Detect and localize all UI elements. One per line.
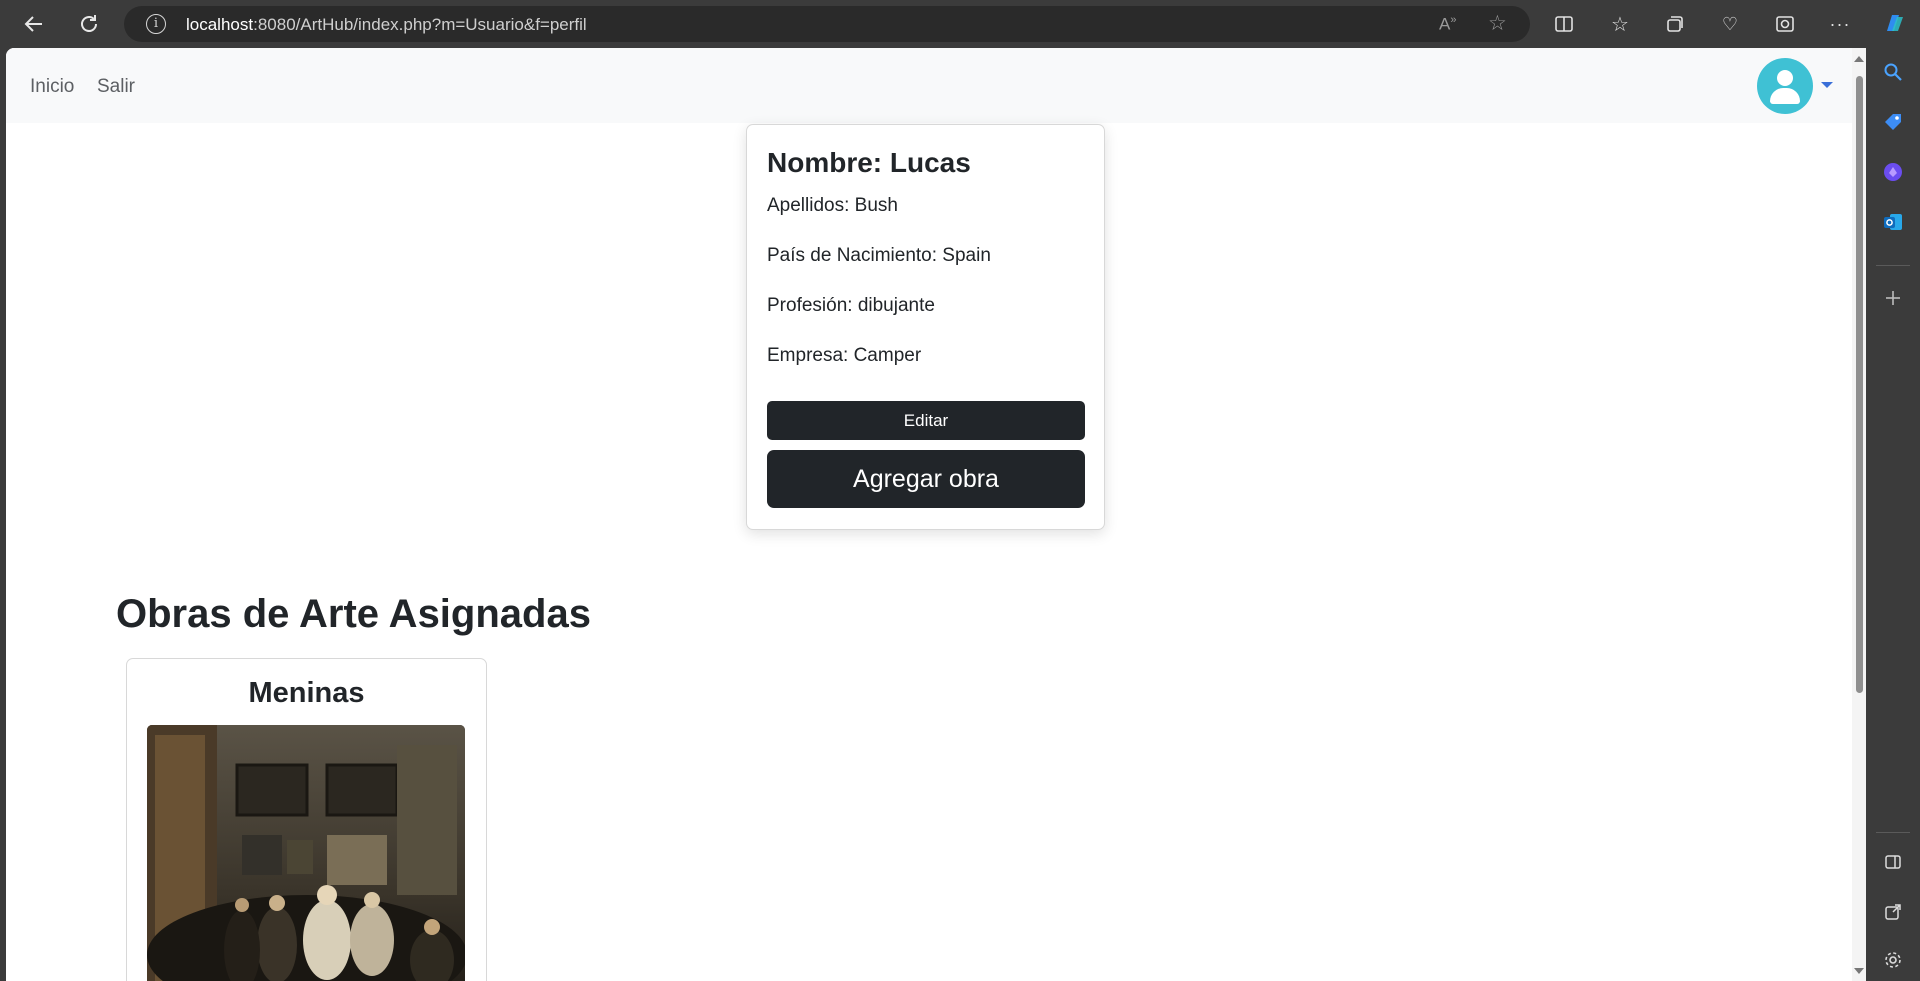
url-path: :8080/ArtHub/index.php?m=Usuario&f=perfi… [253, 15, 587, 34]
browser-sidebar [1866, 48, 1920, 981]
artworks-heading: Obras de Arte Asignadas [116, 592, 591, 636]
edge-bar-icon[interactable] [1771, 10, 1799, 38]
outlook-icon[interactable] [1881, 210, 1905, 234]
favorites-icon[interactable]: ☆ [1606, 10, 1634, 38]
url-host: localhost [186, 15, 254, 34]
url-text: localhost:8080/ArtHub/index.php?m=Usuari… [186, 15, 587, 35]
add-artwork-button[interactable]: Agregar obra [767, 450, 1085, 508]
nav-link-inicio[interactable]: Inicio [30, 76, 74, 98]
profile-apellidos: Apellidos: Bush [767, 195, 898, 216]
search-icon[interactable] [1881, 60, 1905, 84]
artwork-card[interactable]: Meninas [126, 658, 487, 981]
games-icon[interactable] [1881, 160, 1905, 184]
back-button[interactable] [16, 8, 52, 40]
split-screen-icon[interactable] [1550, 10, 1578, 38]
browser-toolbar: i localhost:8080/ArtHub/index.php?m=Usua… [0, 0, 1920, 48]
profile-pais: País de Nacimiento: Spain [767, 245, 991, 266]
settings-gear-icon[interactable] [1881, 948, 1905, 972]
sidebar-toggle-icon[interactable] [1881, 850, 1905, 874]
scroll-down-arrow-icon[interactable] [1854, 968, 1864, 974]
site-info-icon[interactable]: i [146, 14, 166, 34]
scroll-up-arrow-icon[interactable] [1854, 56, 1864, 62]
artwork-title: Meninas [248, 677, 365, 709]
sidebar-divider [1876, 832, 1910, 833]
user-avatar[interactable] [1757, 58, 1813, 114]
avatar-body-shape [1770, 88, 1800, 104]
back-arrow-icon [24, 16, 42, 32]
read-aloud-icon[interactable]: A» [1439, 14, 1456, 35]
favorite-star-icon[interactable]: ☆ [1488, 11, 1507, 36]
meninas-painting-image [147, 725, 465, 981]
page-scrollbar[interactable] [1852, 48, 1866, 981]
profile-card: Nombre: Lucas Apellidos: Bush País de Na… [746, 124, 1105, 530]
reload-button[interactable] [71, 8, 107, 40]
nav-link-salir[interactable]: Salir [97, 76, 135, 98]
dropdown-caret-icon[interactable] [1821, 82, 1833, 88]
add-icon[interactable] [1881, 286, 1905, 310]
more-options-icon[interactable]: ··· [1826, 10, 1854, 38]
profile-name: Nombre: Lucas [767, 147, 971, 178]
external-link-icon[interactable] [1881, 900, 1905, 924]
page-viewport: Inicio Salir Nombre: Lucas Apellidos: Bu… [6, 48, 1866, 981]
profile-profesion: Profesión: dibujante [767, 295, 935, 316]
app-navbar: Inicio Salir [6, 48, 1852, 123]
browser-essentials-icon[interactable]: ♡ [1716, 10, 1744, 38]
profile-empresa: Empresa: Camper [767, 345, 922, 366]
avatar-head-shape [1777, 70, 1793, 86]
sidebar-divider [1876, 265, 1910, 266]
scroll-thumb[interactable] [1856, 76, 1863, 693]
reload-icon [81, 15, 97, 32]
edit-button[interactable]: Editar [767, 401, 1085, 440]
address-bar[interactable]: i localhost:8080/ArtHub/index.php?m=Usua… [124, 6, 1530, 42]
artwork-image [147, 725, 465, 981]
copilot-icon[interactable] [1880, 10, 1908, 38]
shopping-tag-icon[interactable] [1881, 110, 1905, 134]
collections-icon[interactable] [1661, 10, 1689, 38]
